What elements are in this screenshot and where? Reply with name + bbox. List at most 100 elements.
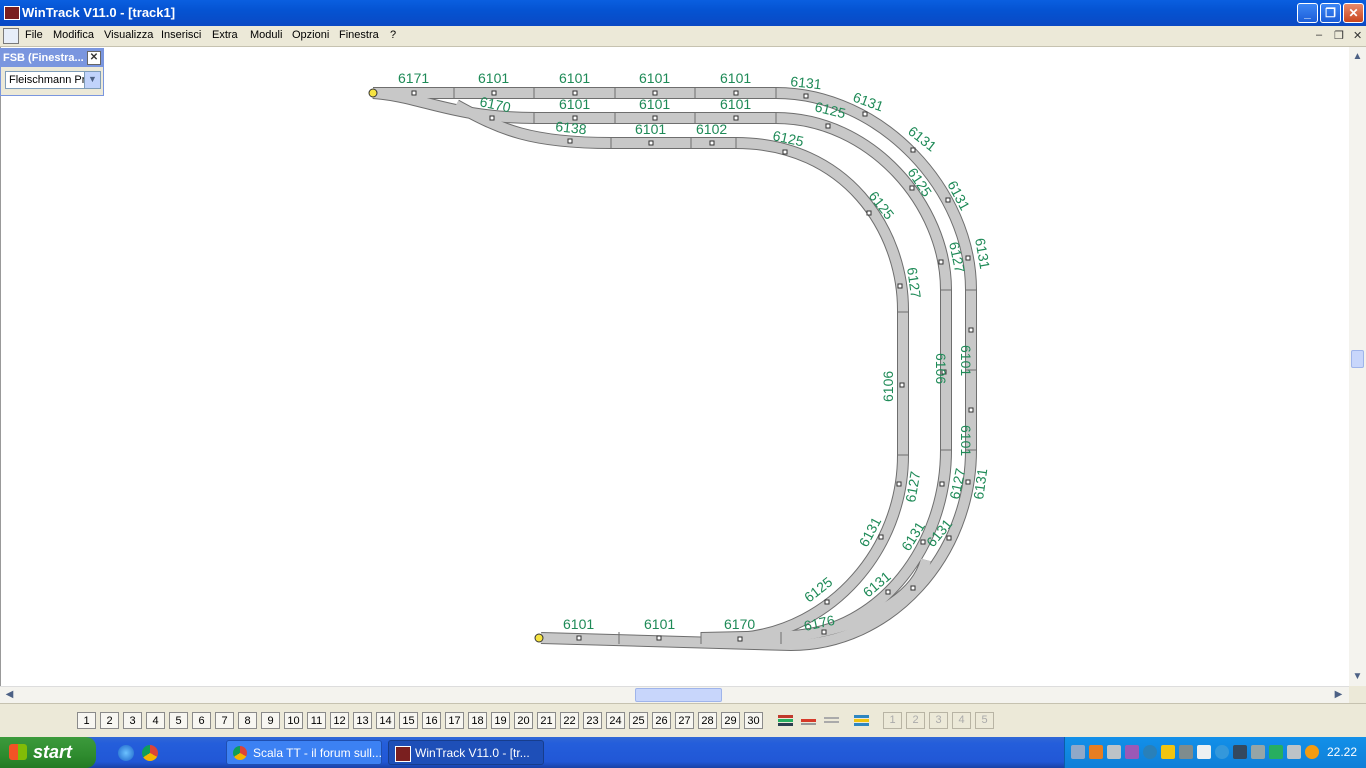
chrome-icon[interactable] (142, 745, 158, 761)
document-icon[interactable] (3, 28, 19, 44)
layer-button-20[interactable]: 20 (514, 712, 533, 729)
task-wintrack[interactable]: WinTrack V11.0 - [tr... (388, 740, 544, 765)
layer-button-10[interactable]: 10 (284, 712, 303, 729)
bluetooth-icon[interactable] (1143, 745, 1157, 759)
scroll-up-icon[interactable]: ▲ (1350, 49, 1365, 64)
menu-opzioni[interactable]: Opzioni (292, 29, 329, 41)
wintrack-app-icon[interactable] (4, 6, 20, 20)
track-middle[interactable] (372, 87, 952, 644)
layer-button-8[interactable]: 8 (238, 712, 257, 729)
track-outer[interactable] (373, 87, 977, 651)
track-inner[interactable] (453, 99, 909, 644)
track-layout[interactable]: 6171 6101 6101 6101 6101 6131 6131 6170 … (1, 47, 1350, 686)
minimize-button[interactable]: _ (1297, 3, 1318, 23)
windows-logo-icon (9, 744, 27, 760)
track-label: 6171 (398, 70, 429, 86)
usb-icon[interactable] (1251, 745, 1265, 759)
layer-button-28[interactable]: 28 (698, 712, 717, 729)
layer-button-30[interactable]: 30 (744, 712, 763, 729)
scroll-left-icon[interactable]: ◀ (2, 687, 17, 702)
manufacturer-select[interactable]: Fleischmann Pr ▼ (5, 71, 101, 89)
mdi-restore-icon[interactable]: ❐ (1334, 29, 1344, 42)
scroll-down-icon[interactable]: ▼ (1350, 669, 1365, 684)
layer-button-18[interactable]: 18 (468, 712, 487, 729)
task-label: Scala TT - il forum sull... (253, 746, 382, 760)
layer-button-16[interactable]: 16 (422, 712, 441, 729)
layer-button-2[interactable]: 2 (100, 712, 119, 729)
layer-button-14[interactable]: 14 (376, 712, 395, 729)
device-icon[interactable] (1125, 745, 1139, 759)
volume-icon[interactable] (1287, 745, 1301, 759)
task-chrome[interactable]: Scala TT - il forum sull... (226, 740, 382, 765)
track-endpoint[interactable] (534, 633, 544, 643)
mdi-minimize-icon[interactable]: – (1316, 29, 1322, 41)
track-label: 6101 (958, 345, 974, 376)
internet-explorer-icon[interactable] (118, 745, 134, 761)
layer-button-25[interactable]: 25 (629, 712, 648, 729)
layer-button-19[interactable]: 19 (491, 712, 510, 729)
hardware-icon[interactable] (1233, 745, 1247, 759)
layer-button-27[interactable]: 27 (675, 712, 694, 729)
mdi-close-icon[interactable]: ✕ (1353, 29, 1362, 42)
fsb-close-icon[interactable]: ✕ (87, 51, 101, 65)
menu-finestra[interactable]: Finestra (339, 29, 379, 41)
shield-icon[interactable] (1161, 745, 1175, 759)
track-label: 6101 (563, 616, 594, 632)
chevron-down-icon[interactable]: ▼ (84, 72, 100, 88)
menu-inserisci[interactable]: Inserisci (161, 29, 201, 41)
layer-button-7[interactable]: 7 (215, 712, 234, 729)
layer-button-21[interactable]: 21 (537, 712, 556, 729)
window-icon[interactable] (1197, 745, 1211, 759)
layer-button-6[interactable]: 6 (192, 712, 211, 729)
close-button[interactable]: ✕ (1343, 3, 1364, 23)
horizontal-scroll-thumb[interactable] (635, 688, 722, 702)
track-endpoint[interactable] (368, 88, 378, 98)
track-label: 6102 (696, 121, 727, 137)
layer-button-17[interactable]: 17 (445, 712, 464, 729)
monitor-icon[interactable] (1107, 745, 1121, 759)
start-button[interactable]: start (0, 737, 96, 768)
menu-file[interactable]: File (25, 29, 43, 41)
network-icon[interactable] (1071, 745, 1085, 759)
notification-icon[interactable] (1305, 745, 1319, 759)
layer-button-26[interactable]: 26 (652, 712, 671, 729)
chrome-icon (233, 746, 247, 760)
restore-button[interactable]: ❐ (1320, 3, 1341, 23)
layer-gray-icon[interactable] (822, 712, 841, 729)
window-title: WinTrack V11.0 - [track1] (22, 5, 176, 20)
app-tray-icon[interactable] (1089, 745, 1103, 759)
display-icon[interactable] (1179, 745, 1193, 759)
layer-red-icon[interactable] (799, 712, 818, 729)
layer-button-11[interactable]: 11 (307, 712, 326, 729)
vertical-scroll-thumb[interactable] (1351, 350, 1364, 368)
layer-button-22[interactable]: 22 (560, 712, 579, 729)
layer-button-9[interactable]: 9 (261, 712, 280, 729)
menu-moduli[interactable]: Moduli (250, 29, 282, 41)
layer-button-12[interactable]: 12 (330, 712, 349, 729)
scroll-right-icon[interactable]: ▶ (1331, 687, 1346, 702)
layer-button-13[interactable]: 13 (353, 712, 372, 729)
layer-button-29[interactable]: 29 (721, 712, 740, 729)
fsb-panel[interactable]: FSB (Finestra... ✕ Fleischmann Pr ▼ (0, 48, 104, 96)
power-icon[interactable] (1269, 745, 1283, 759)
layers-stack-icon[interactable] (776, 712, 795, 729)
track-label: 6101 (639, 96, 670, 112)
layer-button-23[interactable]: 23 (583, 712, 602, 729)
fsb-header[interactable]: FSB (Finestra... ✕ (1, 49, 103, 67)
menu-modifica[interactable]: Modifica (53, 29, 94, 41)
layers-manage-icon[interactable] (852, 712, 871, 729)
layer-button-5[interactable]: 5 (169, 712, 188, 729)
horizontal-scrollbar[interactable]: ◀ ▶ (0, 686, 1349, 703)
vertical-scrollbar[interactable]: ▲ ▼ (1349, 47, 1366, 686)
layer-button-24[interactable]: 24 (606, 712, 625, 729)
menu-visualizza[interactable]: Visualizza (104, 29, 153, 41)
layer-button-4[interactable]: 4 (146, 712, 165, 729)
layer-button-1[interactable]: 1 (77, 712, 96, 729)
update-icon[interactable] (1215, 745, 1229, 759)
track-label: 6101 (720, 70, 751, 86)
menu-help[interactable]: ? (390, 29, 396, 41)
track-canvas[interactable]: 6171 6101 6101 6101 6101 6131 6131 6170 … (0, 47, 1350, 686)
layer-button-3[interactable]: 3 (123, 712, 142, 729)
menu-extra[interactable]: Extra (212, 29, 238, 41)
layer-button-15[interactable]: 15 (399, 712, 418, 729)
